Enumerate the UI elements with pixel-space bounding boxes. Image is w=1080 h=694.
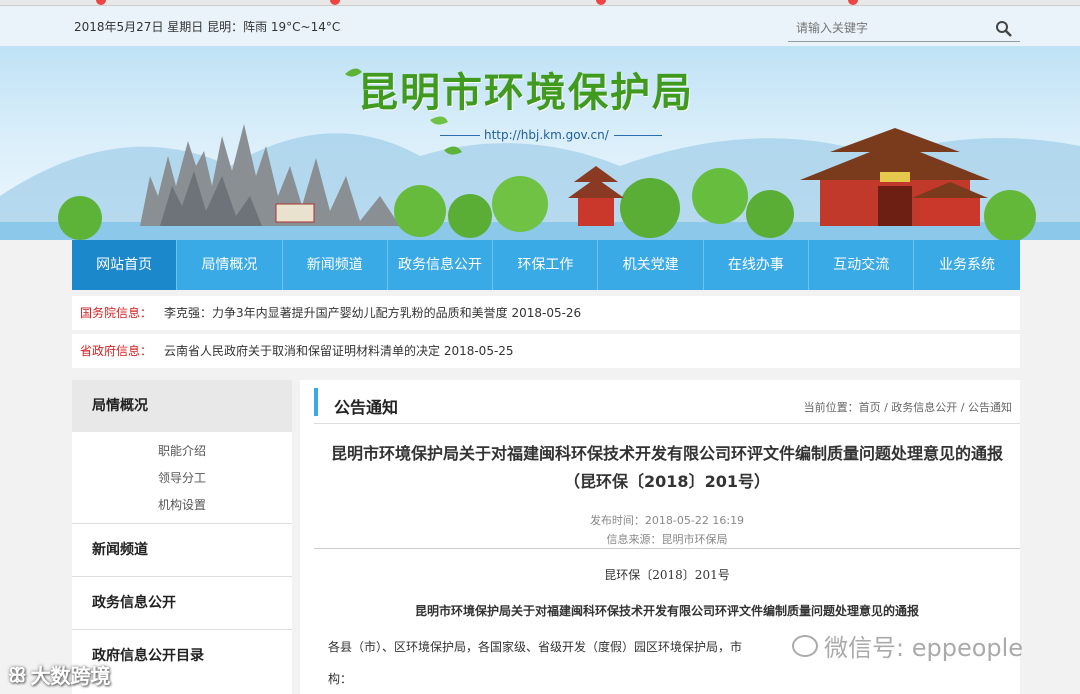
sidebar-sub-leaders[interactable]: 领导分工 xyxy=(72,465,292,492)
search-box xyxy=(788,16,1020,42)
info-source: 信息来源：昆明市环保局 xyxy=(606,533,728,546)
nav-interaction[interactable]: 互动交流 xyxy=(809,240,915,290)
sidebar-item-overview[interactable]: 局情概况 xyxy=(72,380,292,432)
breadcrumb: 当前位置：首页 / 政务信息公开 / 公告通知 xyxy=(804,399,1012,415)
search-input[interactable] xyxy=(788,16,988,40)
breadcrumb-notices[interactable]: 公告通知 xyxy=(968,401,1012,414)
wechat-watermark: 微信号: eppeople xyxy=(792,628,1023,663)
browser-tab-icon xyxy=(848,0,858,5)
divider xyxy=(314,548,1020,549)
article-title-main: 昆明市环境保护局关于对福建闽科环保技术开发有限公司环评文件编制质量问题处理意见的… xyxy=(330,444,1003,463)
url-divider-left xyxy=(440,135,480,136)
site-url[interactable]: http://hbj.km.gov.cn/ xyxy=(484,128,609,142)
info-row-state-council: 国务院信息： 李克强：力争3年内显著提升国产婴幼儿配方乳粉的品质和美誉度 201… xyxy=(72,296,1020,330)
section-title: 公告通知 xyxy=(334,398,399,417)
breadcrumb-home[interactable]: 首页 xyxy=(859,401,881,414)
breadcrumb-sep: / xyxy=(957,401,968,414)
watermark-logo-icon: ꕥ xyxy=(8,662,27,687)
nav-business-system[interactable]: 业务系统 xyxy=(914,240,1019,290)
sidebar-item-gov-info[interactable]: 政务信息公开 xyxy=(72,577,292,629)
wechat-icon xyxy=(792,634,818,657)
breadcrumb-sep: / xyxy=(880,401,892,414)
document-body-line: 构： xyxy=(328,672,353,686)
info-link[interactable]: 云南省人民政府关于取消和保留证明材料清单的决定 2018-05-25 xyxy=(164,334,514,368)
top-bar: 2018年5月27日 星期日 昆明：阵雨 19°C~14°C xyxy=(0,6,1080,46)
document-title: 昆明市环境保护局关于对福建闽科环保技术开发有限公司环评文件编制质量问题处理意见的… xyxy=(414,604,919,618)
breadcrumb-prefix: 当前位置： xyxy=(803,401,859,414)
browser-tab-icon xyxy=(330,0,340,5)
search-icon[interactable] xyxy=(994,19,1014,39)
sidebar-item-news[interactable]: 新闻频道 xyxy=(72,524,292,576)
nav-env-work[interactable]: 环保工作 xyxy=(493,240,599,290)
nav-party[interactable]: 机关党建 xyxy=(598,240,704,290)
divider xyxy=(314,423,1020,424)
wechat-watermark-text: 微信号: eppeople xyxy=(824,634,1024,662)
browser-tab-icon xyxy=(596,0,606,5)
source-watermark-text: 大数跨境 xyxy=(30,664,111,688)
info-link[interactable]: 李克强：力争3年内显著提升国产婴幼儿配方乳粉的品质和美誉度 2018-05-26 xyxy=(164,296,581,330)
browser-tab-icon xyxy=(96,0,106,5)
sidebar-sub-functions[interactable]: 职能介绍 xyxy=(72,438,292,465)
info-label: 省政府信息： xyxy=(80,344,153,358)
section-accent-bar xyxy=(314,388,318,416)
breadcrumb-gov-info[interactable]: 政务信息公开 xyxy=(891,401,957,414)
info-label: 国务院信息： xyxy=(80,306,153,320)
site-title: 昆明市环境保护局 xyxy=(358,70,694,116)
sidebar-submenu: 职能介绍 领导分工 机构设置 xyxy=(72,432,292,523)
sidebar: 局情概况 职能介绍 领导分工 机构设置 新闻频道 政务信息公开 政府信息公开目录 xyxy=(72,380,292,694)
nav-gov-info[interactable]: 政务信息公开 xyxy=(388,240,494,290)
source-watermark: ꕥ 大数跨境 xyxy=(8,660,111,689)
document-number: 昆环保〔2018〕201号 xyxy=(604,568,730,582)
publish-time: 发布时间：2018-05-22 16:19 xyxy=(589,514,745,527)
nav-overview[interactable]: 局情概况 xyxy=(177,240,283,290)
nav-home[interactable]: 网站首页 xyxy=(72,240,178,290)
article-title: 昆明市环境保护局关于对福建闽科环保技术开发有限公司环评文件编制质量问题处理意见的… xyxy=(314,440,1020,496)
date-weather: 2018年5月27日 星期日 昆明：阵雨 19°C~14°C xyxy=(74,20,341,34)
article-title-number: （昆环保〔2018〕201号） xyxy=(564,472,770,491)
main-nav: 网站首页 局情概况 新闻频道 政务信息公开 环保工作 机关党建 在线办事 互动交… xyxy=(72,240,1020,290)
nav-news[interactable]: 新闻频道 xyxy=(283,240,388,290)
nav-online-service[interactable]: 在线办事 xyxy=(704,240,810,290)
sidebar-sub-structure[interactable]: 机构设置 xyxy=(72,492,292,519)
info-row-province: 省政府信息： 云南省人民政府关于取消和保留证明材料清单的决定 2018-05-2… xyxy=(72,334,1020,368)
url-divider-right xyxy=(614,135,662,136)
site-banner: 昆明市环境保护局 http://hbj.km.gov.cn/ xyxy=(0,46,1080,240)
